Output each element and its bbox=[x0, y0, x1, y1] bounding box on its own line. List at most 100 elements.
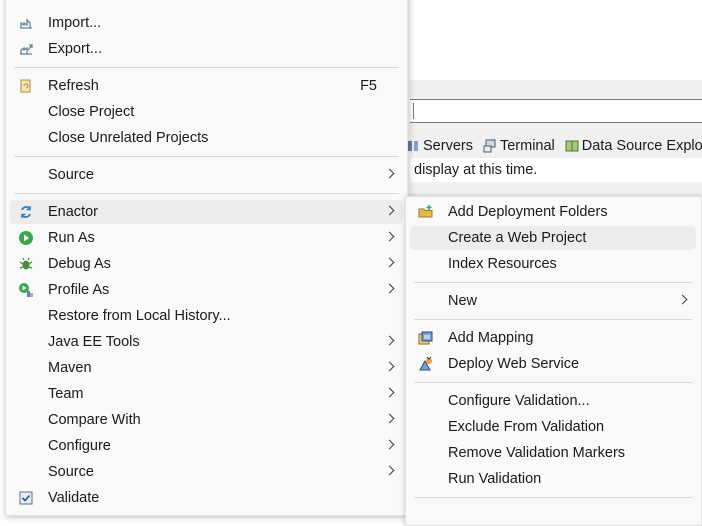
menu-item-run-as[interactable]: Run As bbox=[10, 226, 403, 250]
view-tabs: Servers Terminal Data Source Explo bbox=[406, 135, 702, 157]
menu-item-validate[interactable]: Validate bbox=[10, 486, 403, 510]
refresh-icon bbox=[20, 79, 31, 93]
menu-item-label: Export... bbox=[48, 41, 102, 57]
menu-item-export[interactable]: Export... bbox=[10, 37, 403, 61]
menu-item-label: Compare With bbox=[48, 412, 141, 428]
import-icon bbox=[20, 18, 32, 29]
submenu-item-label: Add Deployment Folders bbox=[448, 204, 608, 220]
menu-item-label: Source bbox=[48, 464, 94, 480]
submenu-item-run-validation[interactable]: Run Validation bbox=[410, 467, 696, 491]
submenu-item-label: Run Validation bbox=[448, 471, 542, 487]
chevron-right-icon bbox=[384, 439, 395, 450]
terminal-icon bbox=[483, 139, 496, 153]
checkbox-checked-icon bbox=[19, 491, 33, 505]
menu-item-enactor[interactable]: Enactor bbox=[10, 200, 403, 224]
menu-item-label: Enactor bbox=[48, 204, 98, 220]
context-menu: Import... Export... Refresh F5 Close Pro… bbox=[5, 0, 408, 516]
menu-separator bbox=[414, 382, 692, 383]
export-icon bbox=[20, 44, 33, 55]
tab-data-source-explorer[interactable]: Data Source Explo bbox=[565, 138, 702, 154]
submenu-item-index-resources[interactable]: Index Resources bbox=[410, 252, 696, 276]
submenu-item-remove-validation-markers[interactable]: Remove Validation Markers bbox=[410, 441, 696, 465]
menu-item-label: Refresh bbox=[48, 78, 99, 94]
tab-label: Servers bbox=[423, 138, 473, 154]
enactor-icon bbox=[21, 206, 31, 218]
menu-item-source[interactable]: Source bbox=[10, 163, 403, 187]
view-message: display at this time. bbox=[410, 158, 702, 182]
menu-item-label: Import... bbox=[48, 15, 102, 31]
menu-item-label: Debug As bbox=[48, 256, 111, 272]
menu-item-close-unrelated-projects[interactable]: Close Unrelated Projects bbox=[10, 126, 403, 150]
menu-item-label: Restore from Local History... bbox=[48, 308, 231, 324]
servers-icon bbox=[408, 141, 418, 151]
enactor-submenu: Add Deployment Folders Create a Web Proj… bbox=[405, 196, 702, 526]
profile-icon bbox=[19, 283, 33, 297]
chevron-right-icon bbox=[384, 387, 395, 398]
chevron-right-icon bbox=[384, 257, 395, 268]
tab-label: Data Source Explo bbox=[581, 138, 702, 154]
tab-terminal[interactable]: Terminal bbox=[483, 138, 555, 154]
chevron-right-icon bbox=[384, 283, 395, 294]
menu-item-java-ee-tools[interactable]: Java EE Tools bbox=[10, 330, 403, 354]
submenu-item-label: Exclude From Validation bbox=[448, 419, 605, 435]
submenu-item-exclude-from-validation[interactable]: Exclude From Validation bbox=[410, 415, 696, 439]
menu-item-label: Run As bbox=[48, 230, 95, 246]
menu-item-maven[interactable]: Maven bbox=[10, 356, 403, 380]
combo-input[interactable] bbox=[410, 99, 702, 123]
chevron-right-icon bbox=[384, 168, 395, 179]
chevron-right-icon bbox=[384, 413, 395, 424]
menu-separator bbox=[14, 67, 399, 68]
chevron-right-icon bbox=[384, 465, 395, 476]
submenu-item-label: Add Mapping bbox=[448, 330, 534, 346]
submenu-item-label: Configure Validation... bbox=[448, 393, 590, 409]
submenu-item-label: Remove Validation Markers bbox=[448, 445, 626, 461]
menu-item-label: Profile As bbox=[48, 282, 110, 298]
menu-item-configure[interactable]: Configure bbox=[10, 434, 403, 458]
menu-item-team[interactable]: Team bbox=[10, 382, 403, 406]
add-mapping-icon bbox=[418, 331, 433, 345]
submenu-item-label: Index Resources bbox=[448, 256, 557, 272]
text-caret bbox=[413, 103, 414, 119]
menu-item-label: Close Unrelated Projects bbox=[48, 130, 209, 146]
add-folder-icon bbox=[418, 205, 433, 218]
menu-separator bbox=[414, 282, 692, 283]
submenu-item-label: Deploy Web Service bbox=[448, 356, 580, 372]
menu-separator bbox=[14, 193, 399, 194]
menu-item-compare-with[interactable]: Compare With bbox=[10, 408, 403, 432]
submenu-item-add-mapping[interactable]: Add Mapping bbox=[410, 326, 696, 350]
menu-item-label: Close Project bbox=[48, 104, 135, 120]
submenu-item-configure-validation[interactable]: Configure Validation... bbox=[410, 389, 696, 413]
tab-servers[interactable]: Servers bbox=[406, 138, 473, 154]
debug-bug-icon bbox=[19, 257, 33, 270]
chevron-right-icon bbox=[677, 294, 688, 305]
chevron-right-icon bbox=[384, 335, 395, 346]
submenu-item-label: New bbox=[448, 293, 478, 309]
editor-area bbox=[410, 0, 702, 80]
menu-item-source-2[interactable]: Source bbox=[10, 460, 403, 484]
tab-label: Terminal bbox=[499, 138, 555, 154]
menu-item-refresh[interactable]: Refresh F5 bbox=[10, 74, 403, 98]
menu-item-label: Maven bbox=[48, 360, 92, 376]
chevron-right-icon bbox=[384, 231, 395, 242]
menu-item-restore-from-local-history[interactable]: Restore from Local History... bbox=[10, 304, 403, 328]
submenu-item-add-deployment-folders[interactable]: Add Deployment Folders bbox=[410, 200, 696, 224]
submenu-item-deploy-web-service[interactable]: Deploy Web Service bbox=[410, 352, 696, 376]
menu-item-debug-as[interactable]: Debug As bbox=[10, 252, 403, 276]
menu-item-label: Configure bbox=[48, 438, 111, 454]
menu-item-close-project[interactable]: Close Project bbox=[10, 100, 403, 124]
submenu-item-create-web-project[interactable]: Create a Web Project bbox=[410, 226, 696, 250]
menu-item-label: Team bbox=[48, 386, 84, 402]
accelerator-label: F5 bbox=[360, 78, 377, 94]
submenu-item-label: Create a Web Project bbox=[448, 230, 587, 246]
run-icon bbox=[19, 231, 33, 245]
menu-item-import[interactable]: Import... bbox=[10, 11, 403, 35]
menu-separator bbox=[414, 319, 692, 320]
menu-separator bbox=[14, 156, 399, 157]
deploy-web-service-icon bbox=[419, 356, 432, 371]
submenu-item-new[interactable]: New bbox=[410, 289, 696, 313]
chevron-right-icon bbox=[384, 361, 395, 372]
menu-separator bbox=[414, 497, 692, 498]
menu-item-label: Validate bbox=[48, 490, 100, 506]
data-source-explorer-icon bbox=[565, 140, 579, 152]
menu-item-profile-as[interactable]: Profile As bbox=[10, 278, 403, 302]
